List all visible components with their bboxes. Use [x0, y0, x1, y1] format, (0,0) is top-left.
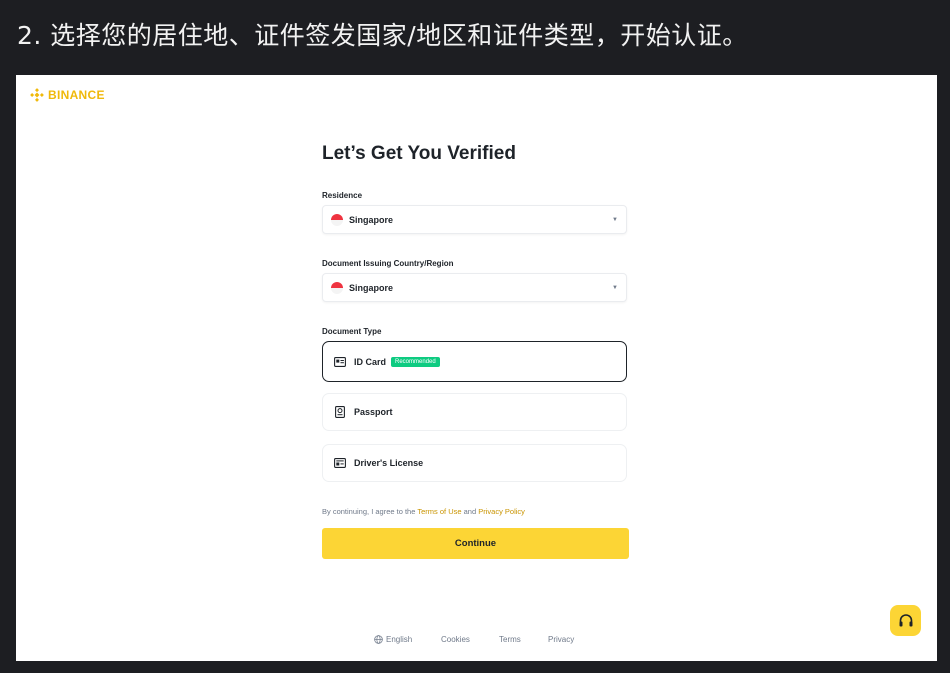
document-option-passport[interactable]: Passport [322, 393, 627, 431]
recommended-badge: Recommended [391, 356, 440, 367]
issuing-country-select[interactable]: Singapore ▼ [322, 273, 627, 302]
continue-button[interactable]: Continue [322, 528, 629, 559]
document-option-label: Passport [354, 407, 393, 417]
chevron-down-icon: ▼ [612, 216, 618, 223]
globe-icon [374, 635, 383, 644]
passport-icon [333, 406, 346, 419]
verification-page: BINANCE Let’s Get You Verified Residence… [16, 75, 937, 661]
consent-and: and [463, 507, 477, 516]
brand-name: BINANCE [48, 88, 105, 102]
singapore-flag-icon [331, 281, 343, 294]
terms-of-use-link[interactable]: Terms of Use [417, 507, 461, 516]
residence-select[interactable]: Singapore ▼ [322, 205, 627, 234]
document-option-id-card[interactable]: ID Card Recommended [322, 341, 627, 382]
drivers-license-icon [333, 457, 346, 470]
binance-logo[interactable]: BINANCE [30, 88, 105, 102]
footer-privacy-link[interactable]: Privacy [548, 635, 574, 644]
issuing-country-label: Document Issuing Country/Region [322, 259, 454, 268]
headset-icon [899, 613, 912, 626]
support-chat-button[interactable] [890, 605, 921, 636]
language-selector[interactable]: English [374, 635, 412, 644]
document-option-label: Driver's License [354, 458, 424, 468]
consent-prefix: By continuing, I agree to the [322, 507, 416, 516]
document-type-label: Document Type [322, 327, 382, 336]
language-label: English [386, 635, 413, 644]
binance-logo-icon [30, 88, 44, 102]
step-instruction: 2. 选择您的居住地、证件签发国家/地区和证件类型，开始认证。 [17, 21, 748, 50]
privacy-policy-link[interactable]: Privacy Policy [478, 507, 525, 516]
footer: English Cookies Terms Privacy [16, 635, 937, 649]
issuing-country-value: Singapore [349, 282, 394, 293]
footer-terms-link[interactable]: Terms [499, 635, 521, 644]
page-title: Let’s Get You Verified [322, 143, 516, 164]
id-card-icon [333, 355, 346, 368]
footer-cookies-link[interactable]: Cookies [441, 635, 470, 644]
document-option-label: ID Card [354, 356, 387, 367]
singapore-flag-icon [331, 213, 343, 226]
consent-text: By continuing, I agree to the Terms of U… [322, 507, 525, 516]
residence-value: Singapore [349, 214, 394, 225]
chevron-down-icon: ▼ [612, 284, 618, 291]
document-option-drivers-license[interactable]: Driver's License [322, 444, 627, 482]
residence-label: Residence [322, 191, 363, 200]
